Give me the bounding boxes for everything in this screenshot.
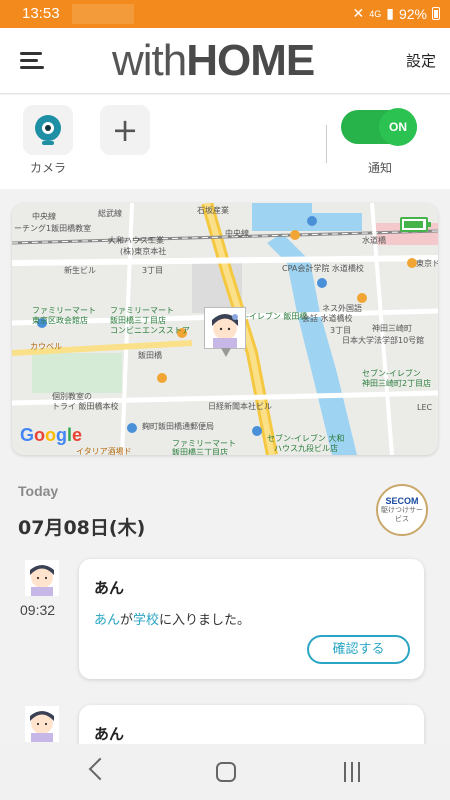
map-label: トライ 飯田橋本校 [52, 402, 119, 411]
entry-time: 09:32 [20, 602, 56, 618]
back-icon[interactable] [88, 757, 112, 781]
menu-icon[interactable] [20, 52, 46, 70]
section-label: Today [18, 483, 59, 499]
map-label: 会話 水道橋校 [302, 314, 353, 323]
map-label: ーチング1飯田橋教室 [14, 224, 92, 233]
toggle-knob: ON [379, 108, 417, 146]
entry-name: あん [94, 725, 125, 743]
map-label: 中央線 [32, 212, 56, 221]
map-label: CPA会計学院 水道橋校 [282, 264, 364, 273]
confirm-button[interactable]: 確認する [307, 635, 410, 664]
status-bar: 13:53 ✕ 4G ▮ 92% [0, 0, 450, 28]
mute-icon: ✕ [352, 5, 365, 21]
secom-service-label: 駆けつけサービス [381, 506, 423, 523]
timeline-card: あん あんが学校に入りました。 確認する [79, 559, 424, 679]
system-nav-bar [0, 744, 450, 800]
map-label: 総武線 [98, 209, 122, 218]
timeline-date: 07月08日(木) [18, 517, 146, 539]
child-avatar-icon [25, 560, 59, 596]
notification-label: 通知 [368, 161, 393, 175]
map-label: 東京ドーム [416, 259, 438, 268]
device-battery-icon [400, 217, 431, 232]
map-label: 飯田橋三丁目店 [172, 448, 228, 455]
map-label: コンビニエンスストア [110, 326, 190, 335]
app-header: withHOME 設定 [0, 28, 450, 94]
map-label: 神田三崎町2丁目店 [362, 379, 432, 388]
map-label: LEC [417, 403, 433, 412]
battery-percent: 92% [398, 5, 427, 22]
divider [326, 125, 327, 163]
child-location-pin[interactable] [204, 307, 246, 357]
google-logo: Google [20, 425, 83, 445]
map-label: 水道橋 [362, 236, 386, 245]
camera-button[interactable] [23, 105, 73, 155]
map-label: 中央線 [225, 229, 249, 238]
entry-message: あんが学校に入りました。 [94, 613, 251, 628]
map-label: 飯田橋 [138, 351, 162, 360]
map-label: 日経新聞本社ビル [208, 402, 272, 411]
battery-icon [432, 7, 440, 20]
network-type: 4G [369, 8, 382, 19]
settings-button[interactable]: 設定 [406, 50, 436, 71]
status-time: 13:53 [22, 5, 60, 22]
map-label: カウベル [30, 342, 62, 351]
camera-label: カメラ [30, 161, 67, 175]
map-label: イタリア酒場ド [76, 447, 132, 455]
add-button[interactable]: + [100, 105, 150, 155]
home-icon[interactable] [216, 762, 236, 782]
redacted-area [72, 4, 134, 24]
map-label: 神田三崎町 [372, 324, 412, 333]
map-label: 新生ビル [64, 266, 96, 275]
plus-icon: + [111, 111, 139, 149]
avatar [25, 706, 59, 742]
map-label: (株)東京本社 [120, 247, 167, 256]
map-label: 大和ハウス工業 [108, 236, 164, 245]
secom-brand: SECOM [385, 496, 419, 506]
entry-name: あん [94, 579, 125, 597]
map-label: ハウス九段ビル店 [274, 444, 338, 453]
quick-actions-bar: カメラ + ON 通知 [0, 95, 450, 189]
location-map[interactable]: 石坂産業 中央線 中央線 総武線 ーチング1飯田橋教室 大和ハウス工業 (株)東… [12, 203, 438, 455]
avatar [25, 560, 59, 596]
app-logo: withHOME [112, 36, 315, 85]
map-label: 麹町飯田橋通郵便局 [142, 422, 214, 431]
child-avatar-icon [212, 314, 238, 348]
map-label: 東京区政会館店 [32, 316, 88, 325]
notification-toggle[interactable]: ON [341, 108, 417, 146]
signal-icon: ▮ [386, 5, 394, 21]
map-label: 石坂産業 [197, 206, 229, 215]
map-label: 3丁目 [142, 266, 164, 275]
recent-apps-icon[interactable] [344, 762, 362, 782]
map-label: 日本大学法学部10号館 [342, 336, 425, 345]
child-avatar-icon [25, 706, 59, 742]
secom-service-button[interactable]: SECOM 駆けつけサービス [376, 484, 428, 536]
status-icons: ✕ 4G ▮ 92% [352, 5, 440, 22]
camera-icon [35, 115, 61, 141]
